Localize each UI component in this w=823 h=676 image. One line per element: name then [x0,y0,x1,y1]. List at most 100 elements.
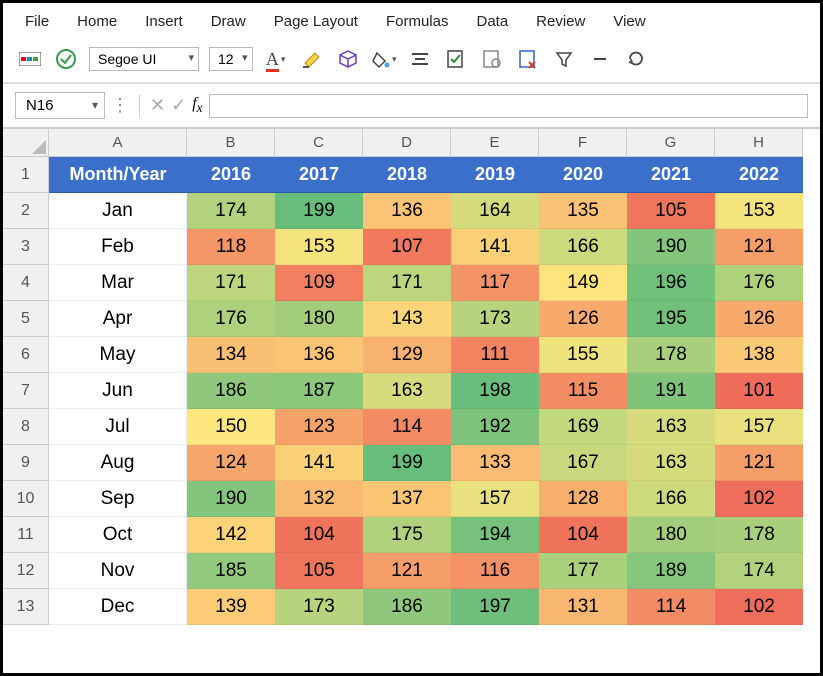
month-cell-apr[interactable]: Apr [49,301,187,337]
data-cell[interactable]: 164 [451,193,539,229]
data-cell[interactable]: 149 [539,265,627,301]
column-header-e[interactable]: E [451,129,539,157]
column-header-g[interactable]: G [627,129,715,157]
row-header-2[interactable]: 2 [3,193,49,229]
menu-page-layout[interactable]: Page Layout [274,13,358,30]
month-cell-may[interactable]: May [49,337,187,373]
box-icon[interactable] [335,46,361,72]
row-header-12[interactable]: 12 [3,553,49,589]
month-cell-dec[interactable]: Dec [49,589,187,625]
header-year-2016[interactable]: 2016 [187,157,275,193]
data-cell[interactable]: 185 [187,553,275,589]
data-cell[interactable]: 176 [187,301,275,337]
data-cell[interactable]: 186 [187,373,275,409]
data-cell[interactable]: 117 [451,265,539,301]
data-cell[interactable]: 111 [451,337,539,373]
font-color-button[interactable]: A▾ [263,46,289,72]
data-cell[interactable]: 199 [363,445,451,481]
data-cell[interactable]: 115 [539,373,627,409]
column-header-a[interactable]: A [49,129,187,157]
row-header-13[interactable]: 13 [3,589,49,625]
row-header-7[interactable]: 7 [3,373,49,409]
fx-icon[interactable]: fx [192,95,202,116]
data-cell[interactable]: 178 [627,337,715,373]
data-cell[interactable]: 109 [275,265,363,301]
data-cell[interactable]: 157 [451,481,539,517]
header-year-2017[interactable]: 2017 [275,157,363,193]
column-header-c[interactable]: C [275,129,363,157]
data-cell[interactable]: 131 [539,589,627,625]
data-cell[interactable]: 138 [715,337,803,373]
column-header-h[interactable]: H [715,129,803,157]
refresh-icon[interactable] [623,46,649,72]
data-cell[interactable]: 166 [539,229,627,265]
menu-draw[interactable]: Draw [211,13,246,30]
row-header-1[interactable]: 1 [3,157,49,193]
accept-formula-icon[interactable]: ✓ [171,95,186,116]
header-year-2019[interactable]: 2019 [451,157,539,193]
data-cell[interactable]: 155 [539,337,627,373]
menu-file[interactable]: File [25,13,49,30]
font-size-select[interactable]: 12 [209,47,253,71]
data-cell[interactable]: 150 [187,409,275,445]
select-all-corner[interactable] [3,129,49,157]
data-cell[interactable]: 128 [539,481,627,517]
data-cell[interactable]: 105 [627,193,715,229]
data-cell[interactable]: 192 [451,409,539,445]
data-cell[interactable]: 198 [451,373,539,409]
data-cell[interactable]: 114 [627,589,715,625]
data-cell[interactable]: 134 [187,337,275,373]
data-cell[interactable]: 173 [451,301,539,337]
data-cell[interactable]: 104 [539,517,627,553]
data-cell[interactable]: 195 [627,301,715,337]
data-cell[interactable]: 132 [275,481,363,517]
data-cell[interactable]: 121 [715,229,803,265]
menu-data[interactable]: Data [476,13,508,30]
check-circle-icon[interactable] [53,46,79,72]
header-year-2018[interactable]: 2018 [363,157,451,193]
data-cell[interactable]: 139 [187,589,275,625]
data-cell[interactable]: 180 [275,301,363,337]
data-cell[interactable]: 157 [715,409,803,445]
data-cell[interactable]: 121 [715,445,803,481]
data-cell[interactable]: 163 [363,373,451,409]
data-cell[interactable]: 136 [363,193,451,229]
data-cell[interactable]: 173 [275,589,363,625]
month-cell-jun[interactable]: Jun [49,373,187,409]
sheet-delete-icon[interactable] [515,46,541,72]
month-cell-aug[interactable]: Aug [49,445,187,481]
data-cell[interactable]: 191 [627,373,715,409]
row-header-4[interactable]: 4 [3,265,49,301]
sheet-link-icon[interactable] [479,46,505,72]
data-cell[interactable]: 141 [451,229,539,265]
column-header-d[interactable]: D [363,129,451,157]
clear-format-icon[interactable] [299,46,325,72]
month-cell-nov[interactable]: Nov [49,553,187,589]
data-cell[interactable]: 141 [275,445,363,481]
header-year-2022[interactable]: 2022 [715,157,803,193]
data-cell[interactable]: 107 [363,229,451,265]
data-cell[interactable]: 121 [363,553,451,589]
data-cell[interactable]: 118 [187,229,275,265]
month-cell-jul[interactable]: Jul [49,409,187,445]
data-cell[interactable]: 174 [715,553,803,589]
data-cell[interactable]: 189 [627,553,715,589]
data-cell[interactable]: 197 [451,589,539,625]
data-cell[interactable]: 180 [627,517,715,553]
minus-icon[interactable] [587,46,613,72]
data-cell[interactable]: 133 [451,445,539,481]
data-cell[interactable]: 174 [187,193,275,229]
formula-input[interactable] [209,94,808,118]
month-cell-sep[interactable]: Sep [49,481,187,517]
data-cell[interactable]: 105 [275,553,363,589]
data-cell[interactable]: 171 [363,265,451,301]
fill-color-button[interactable]: ▾ [371,46,397,72]
data-cell[interactable]: 102 [715,481,803,517]
font-family-select[interactable]: Segoe UI [89,47,199,71]
data-cell[interactable]: 194 [451,517,539,553]
data-cell[interactable]: 178 [715,517,803,553]
menu-home[interactable]: Home [77,13,117,30]
month-cell-oct[interactable]: Oct [49,517,187,553]
name-box[interactable]: N16 [15,92,105,119]
menu-review[interactable]: Review [536,13,585,30]
